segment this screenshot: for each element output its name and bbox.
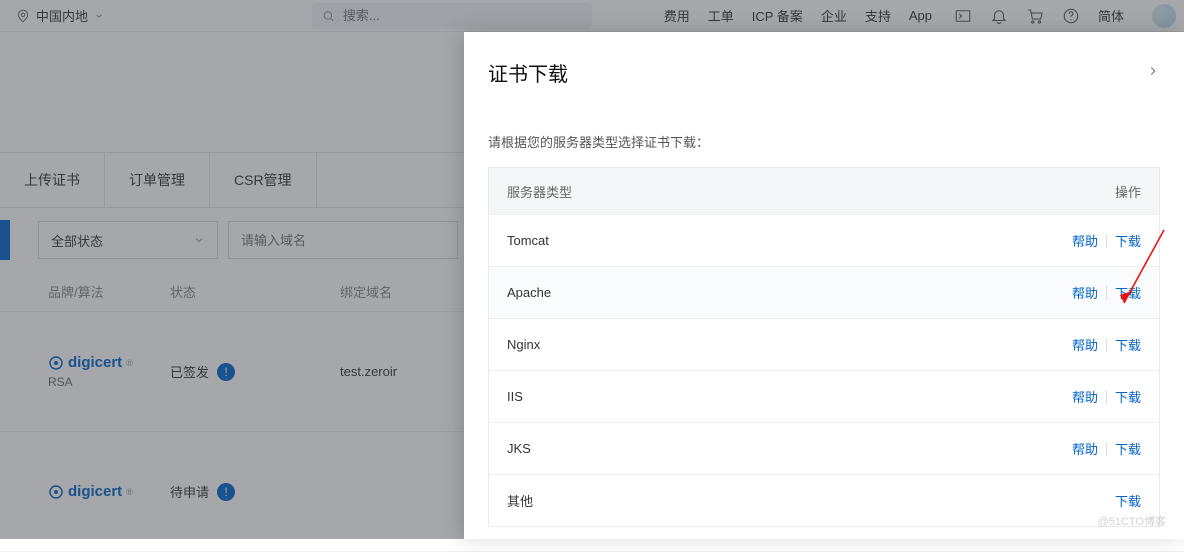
download-row: IIS帮助下载 bbox=[489, 370, 1159, 422]
help-link[interactable]: 帮助 bbox=[1072, 387, 1098, 406]
download-row: Apache帮助下载 bbox=[489, 266, 1159, 318]
download-link[interactable]: 下载 bbox=[1115, 231, 1141, 250]
panel-title: 证书下载 bbox=[488, 58, 568, 87]
server-type-name: Apache bbox=[507, 285, 1072, 300]
divider bbox=[1106, 286, 1107, 300]
panel-header: 证书下载 bbox=[464, 32, 1184, 112]
close-button[interactable] bbox=[1146, 61, 1160, 84]
row-actions: 帮助下载 bbox=[1072, 335, 1141, 354]
divider bbox=[1106, 390, 1107, 404]
row-actions: 帮助下载 bbox=[1072, 231, 1141, 250]
download-panel: 证书下载 请根据您的服务器类型选择证书下载： 服务器类型 操作 Tomcat帮助… bbox=[464, 32, 1184, 539]
server-type-name: IIS bbox=[507, 389, 1072, 404]
help-link[interactable]: 帮助 bbox=[1072, 231, 1098, 250]
download-table-header: 服务器类型 操作 bbox=[489, 168, 1159, 214]
col-server-type: 服务器类型 bbox=[507, 182, 1081, 201]
download-link[interactable]: 下载 bbox=[1115, 387, 1141, 406]
server-type-name: Nginx bbox=[507, 337, 1072, 352]
server-type-name: 其他 bbox=[507, 491, 1115, 510]
download-row: JKS帮助下载 bbox=[489, 422, 1159, 474]
divider bbox=[1106, 234, 1107, 248]
download-row: Tomcat帮助下载 bbox=[489, 214, 1159, 266]
panel-hint: 请根据您的服务器类型选择证书下载： bbox=[488, 132, 1160, 151]
download-link[interactable]: 下载 bbox=[1115, 283, 1141, 302]
row-actions: 下载 bbox=[1115, 491, 1141, 510]
help-link[interactable]: 帮助 bbox=[1072, 283, 1098, 302]
panel-body: 请根据您的服务器类型选择证书下载： 服务器类型 操作 Tomcat帮助下载Apa… bbox=[464, 112, 1184, 527]
server-type-name: JKS bbox=[507, 441, 1072, 456]
download-link[interactable]: 下载 bbox=[1115, 335, 1141, 354]
row-actions: 帮助下载 bbox=[1072, 387, 1141, 406]
divider bbox=[1106, 338, 1107, 352]
col-operations: 操作 bbox=[1081, 182, 1141, 201]
help-link[interactable]: 帮助 bbox=[1072, 439, 1098, 458]
download-link[interactable]: 下载 bbox=[1115, 439, 1141, 458]
download-table: 服务器类型 操作 Tomcat帮助下载Apache帮助下载Nginx帮助下载II… bbox=[488, 167, 1160, 527]
download-row: 其他下载 bbox=[489, 474, 1159, 526]
server-type-name: Tomcat bbox=[507, 233, 1072, 248]
divider bbox=[1106, 442, 1107, 456]
help-link[interactable]: 帮助 bbox=[1072, 335, 1098, 354]
chevron-right-icon bbox=[1146, 64, 1160, 78]
download-row: Nginx帮助下载 bbox=[489, 318, 1159, 370]
row-actions: 帮助下载 bbox=[1072, 439, 1141, 458]
download-link[interactable]: 下载 bbox=[1115, 491, 1141, 510]
row-actions: 帮助下载 bbox=[1072, 283, 1141, 302]
